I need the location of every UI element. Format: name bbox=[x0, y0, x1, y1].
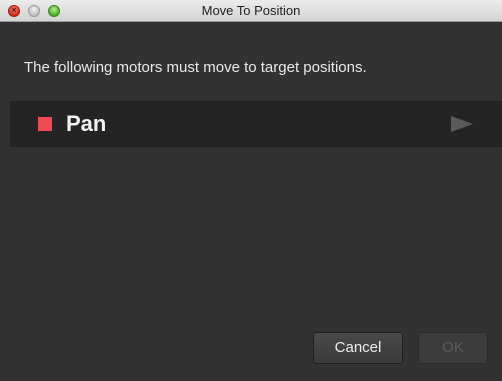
dialog-window: × Move To Position The following motors … bbox=[0, 0, 502, 381]
instruction-message: The following motors must move to target… bbox=[24, 59, 367, 76]
cancel-button[interactable]: Cancel bbox=[313, 332, 403, 364]
motor-color-swatch bbox=[38, 117, 52, 131]
play-arrow-icon[interactable] bbox=[451, 116, 473, 132]
window-title: Move To Position bbox=[201, 3, 301, 18]
ok-button[interactable]: OK bbox=[418, 332, 488, 364]
title-bar[interactable]: × Move To Position bbox=[0, 0, 502, 22]
motor-name-label: Pan bbox=[66, 111, 107, 136]
motor-row-pan[interactable]: Pan bbox=[10, 101, 502, 147]
